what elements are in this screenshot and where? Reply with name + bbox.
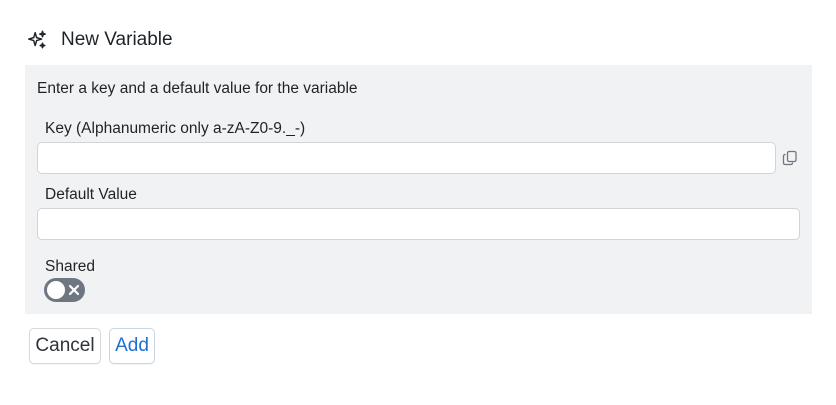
variable-form-panel: Enter a key and a default value for the …: [25, 65, 812, 314]
default-value-input[interactable]: [37, 208, 800, 240]
shared-label: Shared: [45, 258, 95, 275]
key-input[interactable]: [37, 142, 776, 174]
default-value-label: Default Value: [45, 186, 137, 203]
add-button[interactable]: Add: [109, 328, 155, 364]
x-icon: [68, 284, 80, 296]
new-variable-dialog: New Variable Enter a key and a default v…: [0, 0, 836, 405]
cancel-button[interactable]: Cancel: [29, 328, 101, 364]
copy-icon[interactable]: [781, 149, 799, 167]
shared-toggle[interactable]: [44, 278, 85, 302]
dialog-title: New Variable: [61, 29, 173, 50]
sparkles-icon: [26, 29, 48, 51]
dialog-header: New Variable: [26, 26, 173, 54]
toggle-knob: [47, 281, 65, 299]
key-label: Key (Alphanumeric only a-zA-Z0-9._-): [45, 120, 306, 137]
form-description: Enter a key and a default value for the …: [37, 80, 358, 97]
